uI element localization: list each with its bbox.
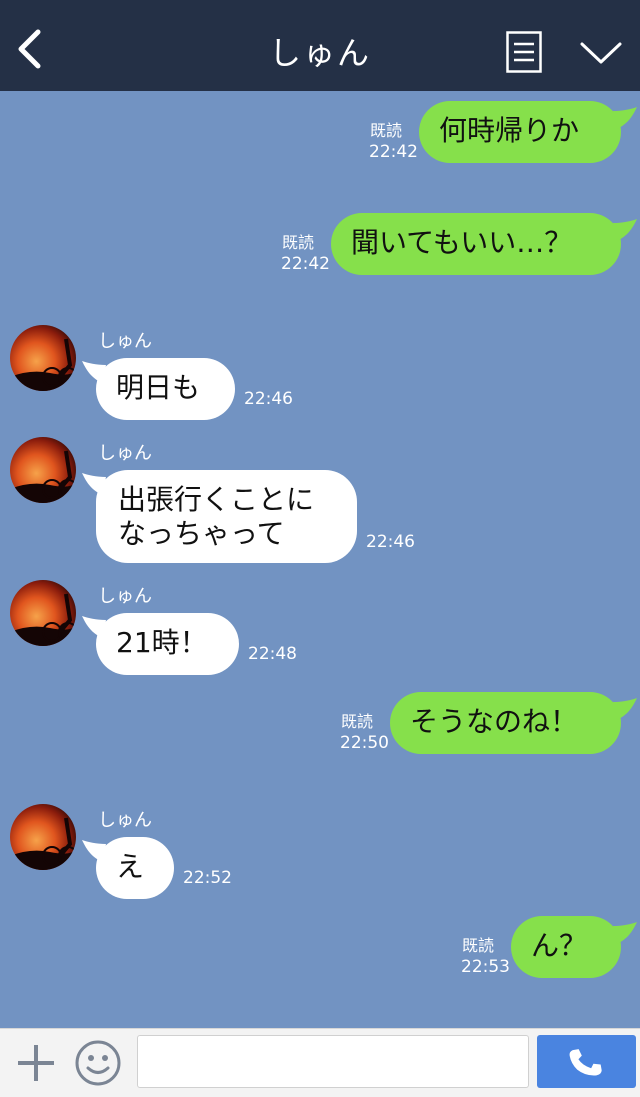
avatar-silhouette-icon — [10, 593, 76, 646]
message-bubble[interactable]: 明日も — [96, 358, 235, 420]
message-list[interactable]: 既読 22:42 何時帰りか 既読 22:42 聞いてもいい…？ しゅん 明日も… — [0, 91, 640, 1028]
bubble-tail — [613, 922, 637, 944]
avatar[interactable] — [10, 804, 76, 870]
message-line: 出張行くことに — [118, 483, 315, 516]
outgoing-message: 既読 22:50 そうなのね！ — [0, 692, 640, 756]
bubble-tail — [613, 107, 637, 129]
phone-icon — [569, 1049, 602, 1076]
bubble-tail — [613, 219, 637, 241]
message-time: 22:50 — [340, 733, 389, 753]
outgoing-message: 既読 22:42 何時帰りか — [0, 101, 640, 165]
message-bubble[interactable]: 21時！ — [96, 613, 239, 675]
message-line: なっちゃって — [118, 517, 285, 550]
avatar-silhouette-icon — [10, 338, 76, 391]
message-bubble[interactable]: え — [96, 837, 174, 899]
message-time: 22:42 — [281, 254, 330, 274]
sender-name: しゅん — [98, 586, 152, 607]
bubble-tail — [613, 698, 637, 720]
message-bubble[interactable]: 何時帰りか — [419, 101, 621, 163]
message-bubble[interactable]: ん？ — [511, 916, 621, 978]
message-time: 22:48 — [248, 644, 297, 664]
menu-button[interactable] — [506, 31, 542, 73]
chat-title: しゅん — [268, 34, 371, 72]
message-time: 22:46 — [366, 532, 415, 552]
avatar-silhouette-icon — [10, 817, 76, 870]
read-receipt: 既読 — [341, 712, 374, 731]
incoming-message: しゅん 出張行くことに なっちゃって 22:46 — [0, 437, 640, 567]
sender-name: しゅん — [98, 331, 152, 352]
incoming-message: しゅん 21時！ 22:48 — [0, 580, 640, 680]
plus-icon — [18, 1045, 54, 1081]
incoming-message: しゅん え 22:52 — [0, 804, 640, 904]
outgoing-message: 既読 22:42 聞いてもいい…？ — [0, 213, 640, 277]
avatar[interactable] — [10, 580, 76, 646]
message-bubble[interactable]: 出張行くことに なっちゃって — [96, 470, 357, 563]
chat-header: しゅん — [0, 0, 640, 91]
incoming-message: しゅん 明日も 22:46 — [0, 325, 640, 425]
read-receipt: 既読 — [462, 936, 495, 955]
read-receipt: 既読 — [370, 121, 403, 140]
message-time: 22:42 — [369, 142, 418, 162]
message-time: 22:46 — [244, 389, 293, 409]
read-receipt: 既読 — [282, 233, 315, 252]
sender-name: しゅん — [98, 810, 152, 831]
avatar[interactable] — [10, 437, 76, 503]
sender-name: しゅん — [98, 443, 152, 464]
chevron-down-icon — [580, 42, 622, 64]
avatar-silhouette-icon — [10, 450, 76, 503]
call-button[interactable] — [537, 1035, 636, 1088]
attach-button[interactable] — [14, 1041, 58, 1085]
message-time: 22:52 — [183, 868, 232, 888]
emoji-button[interactable] — [74, 1039, 122, 1087]
smiley-icon — [75, 1040, 121, 1086]
message-bubble[interactable]: そうなのね！ — [390, 692, 621, 754]
outgoing-message: 既読 22:53 ん？ — [0, 916, 640, 980]
avatar[interactable] — [10, 325, 76, 391]
expand-button[interactable] — [578, 38, 624, 68]
message-time: 22:53 — [461, 957, 510, 977]
message-bubble[interactable]: 聞いてもいい…？ — [331, 213, 621, 275]
message-input[interactable] — [137, 1035, 529, 1088]
document-menu-icon — [506, 31, 542, 73]
composer-bar — [0, 1028, 640, 1097]
